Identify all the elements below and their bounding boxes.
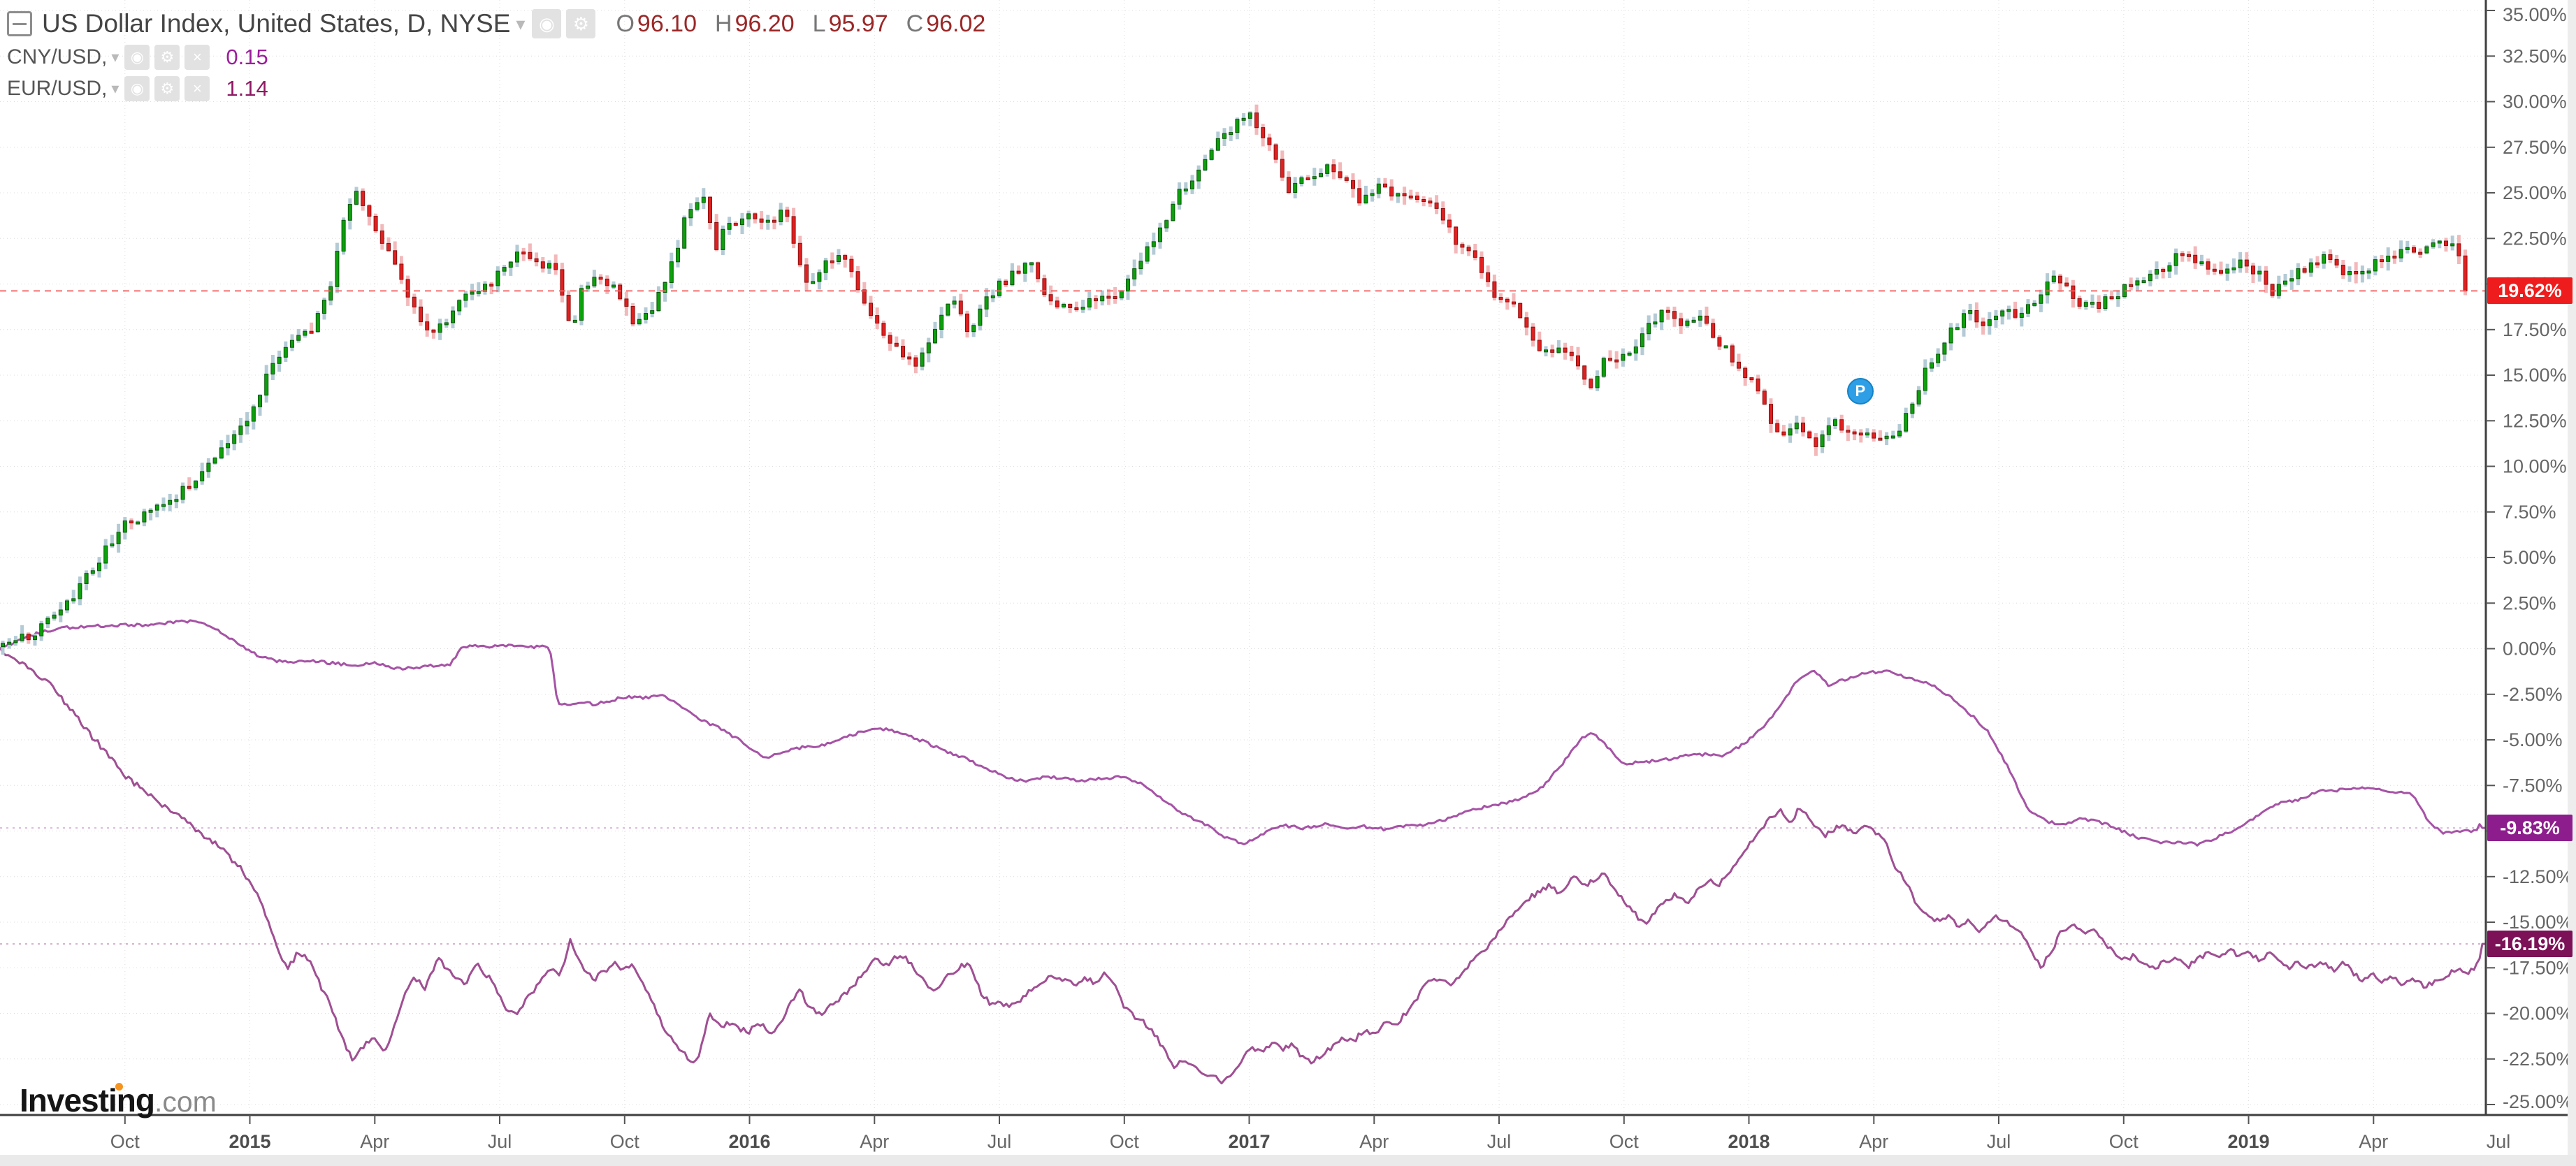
high-label: H [715, 10, 732, 38]
price-chart-canvas[interactable]: 35.00%32.50%30.00%27.50%25.00%22.50%20.0… [0, 0, 2576, 1166]
close-icon[interactable]: × [184, 45, 210, 70]
main-symbol-legend[interactable]: US Dollar Index, United States, D, NYSE … [7, 8, 1004, 39]
svg-text:7.50%: 7.50% [2503, 502, 2556, 523]
overlay-symbol[interactable]: EUR/USD, [7, 77, 107, 101]
chevron-down-icon[interactable]: ▾ [516, 13, 525, 35]
svg-text:Apr: Apr [2359, 1131, 2388, 1152]
open-value: 96.10 [637, 10, 697, 38]
svg-text:-2.50%: -2.50% [2503, 684, 2563, 705]
svg-text:Jul: Jul [1487, 1131, 1512, 1152]
close-icon[interactable]: × [184, 76, 210, 101]
svg-text:Apr: Apr [860, 1131, 889, 1152]
svg-text:2017: 2017 [1228, 1131, 1270, 1152]
logo-tld-text: .com [154, 1086, 217, 1118]
high-value: 96.20 [735, 10, 795, 38]
gear-icon[interactable]: ⚙ [154, 45, 180, 70]
vertical-scrollbar[interactable] [2568, 0, 2576, 1155]
svg-text:15.00%: 15.00% [2503, 365, 2567, 386]
svg-text:5.00%: 5.00% [2503, 547, 2556, 568]
logo-brand-text: Investing [20, 1082, 154, 1118]
last-price-tag-dxy: 19.62% [2487, 277, 2573, 304]
svg-text:Oct: Oct [2109, 1131, 2139, 1152]
svg-text:Oct: Oct [110, 1131, 140, 1152]
svg-text:Jul: Jul [488, 1131, 512, 1152]
svg-text:2.50%: 2.50% [2503, 592, 2556, 613]
event-marker-p[interactable]: P [1847, 378, 1874, 405]
close-value: 96.02 [926, 10, 985, 38]
last-price-tag-cny: -9.83% [2487, 815, 2573, 841]
ohlc-readout: O96.10 H96.20 L95.97 C96.02 [616, 10, 1004, 38]
overlay-symbol[interactable]: CNY/USD, [7, 45, 107, 69]
svg-text:Jul: Jul [987, 1131, 1012, 1152]
visibility-icon[interactable]: ◉ [532, 9, 561, 38]
investing-com-logo: Investing.com [20, 1081, 217, 1119]
svg-text:-20.00%: -20.00% [2503, 1003, 2573, 1024]
svg-text:-22.50%: -22.50% [2503, 1049, 2573, 1070]
last-price-tag-eur: -16.19% [2487, 931, 2573, 957]
svg-text:-12.50%: -12.50% [2503, 866, 2573, 887]
chart-window: 35.00%32.50%30.00%27.50%25.00%22.50%20.0… [0, 0, 2576, 1166]
svg-text:-7.50%: -7.50% [2503, 775, 2563, 796]
overlay-legend-cnyusd[interactable]: CNY/USD, ▾ ◉ ⚙ × 0.15 [7, 43, 268, 71]
visibility-icon[interactable]: ◉ [124, 76, 150, 101]
svg-text:-5.00%: -5.00% [2503, 729, 2563, 750]
gear-icon[interactable]: ⚙ [566, 9, 595, 38]
svg-text:Oct: Oct [1110, 1131, 1140, 1152]
overlay-last-value: 0.15 [226, 45, 268, 70]
svg-text:Apr: Apr [360, 1131, 389, 1152]
svg-text:-15.00%: -15.00% [2503, 912, 2573, 933]
open-label: O [616, 10, 634, 38]
svg-text:-25.00%: -25.00% [2503, 1091, 2573, 1112]
low-value: 95.97 [829, 10, 888, 38]
svg-text:Oct: Oct [1609, 1131, 1640, 1152]
svg-text:2018: 2018 [1728, 1131, 1770, 1152]
svg-text:35.00%: 35.00% [2503, 4, 2567, 25]
svg-text:Jul: Jul [1987, 1131, 2011, 1152]
svg-text:Apr: Apr [1359, 1131, 1389, 1152]
svg-text:17.50%: 17.50% [2503, 319, 2567, 340]
svg-text:10.00%: 10.00% [2503, 456, 2567, 477]
svg-text:2015: 2015 [229, 1131, 270, 1152]
svg-text:27.50%: 27.50% [2503, 137, 2567, 158]
horizontal-scrollbar[interactable] [0, 1155, 2576, 1166]
overlay-legend-eurusd[interactable]: EUR/USD, ▾ ◉ ⚙ × 1.14 [7, 75, 268, 103]
svg-text:2016: 2016 [728, 1131, 770, 1152]
low-label: L [813, 10, 826, 38]
svg-text:25.00%: 25.00% [2503, 182, 2567, 203]
visibility-icon[interactable]: ◉ [124, 45, 150, 70]
overlay-last-value: 1.14 [226, 76, 268, 101]
logo-orange-dot-icon [115, 1083, 123, 1091]
svg-text:22.50%: 22.50% [2503, 228, 2567, 249]
chevron-down-icon[interactable]: ▾ [111, 80, 119, 98]
svg-text:12.50%: 12.50% [2503, 410, 2567, 431]
chevron-down-icon[interactable]: ▾ [111, 48, 119, 66]
svg-text:2019: 2019 [2227, 1131, 2269, 1152]
svg-text:-17.50%: -17.50% [2503, 957, 2573, 978]
gear-icon[interactable]: ⚙ [154, 76, 180, 101]
svg-text:32.50%: 32.50% [2503, 45, 2567, 66]
svg-text:Apr: Apr [1859, 1131, 1888, 1152]
close-label: C [906, 10, 924, 38]
svg-text:0.00%: 0.00% [2503, 639, 2556, 659]
svg-text:Jul: Jul [2487, 1131, 2511, 1152]
svg-text:Oct: Oct [610, 1131, 640, 1152]
svg-text:30.00%: 30.00% [2503, 92, 2567, 112]
collapse-legend-icon[interactable] [7, 11, 32, 36]
symbol-title[interactable]: US Dollar Index, United States, D, NYSE [42, 9, 510, 38]
